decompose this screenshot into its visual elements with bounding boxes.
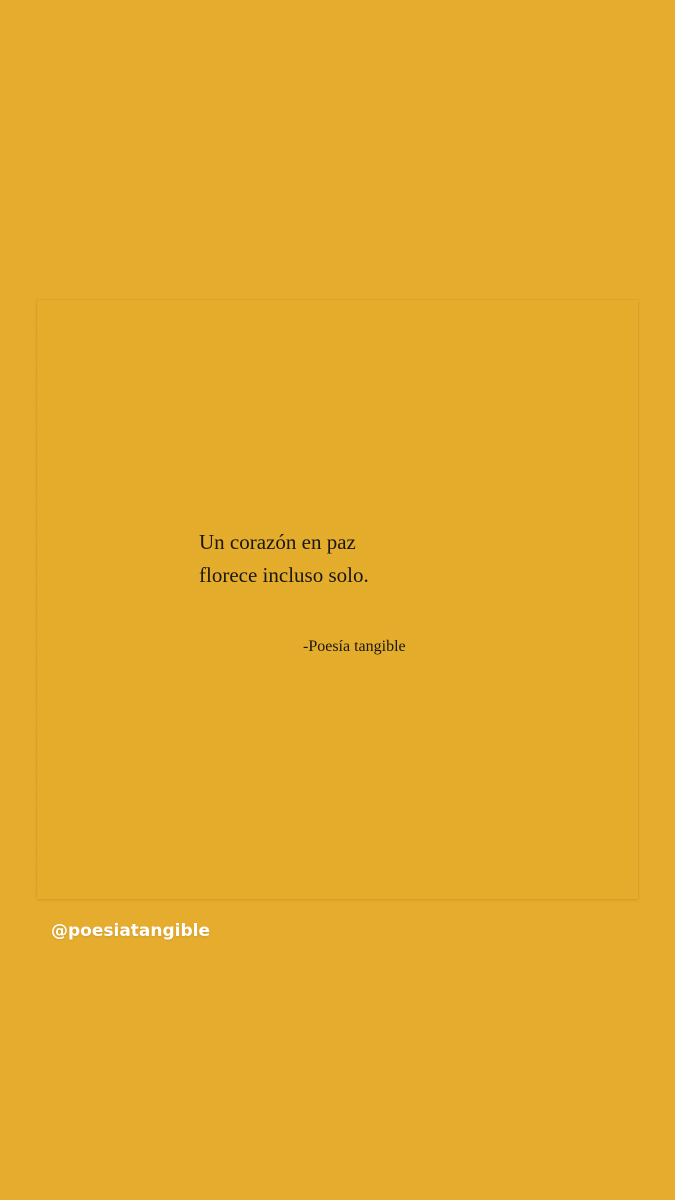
quote-line-1: Un corazón en paz <box>199 530 356 554</box>
quote-text: Un corazón en paz florece incluso solo. <box>199 526 369 592</box>
quote-attribution: -Poesía tangible <box>303 638 406 655</box>
quote-line-2: florece incluso solo. <box>199 563 369 587</box>
mention-sticker[interactable]: @poesiatangible <box>51 921 210 941</box>
paper-texture <box>37 300 638 899</box>
shared-post-card[interactable]: Un corazón en paz florece incluso solo. … <box>37 300 638 899</box>
